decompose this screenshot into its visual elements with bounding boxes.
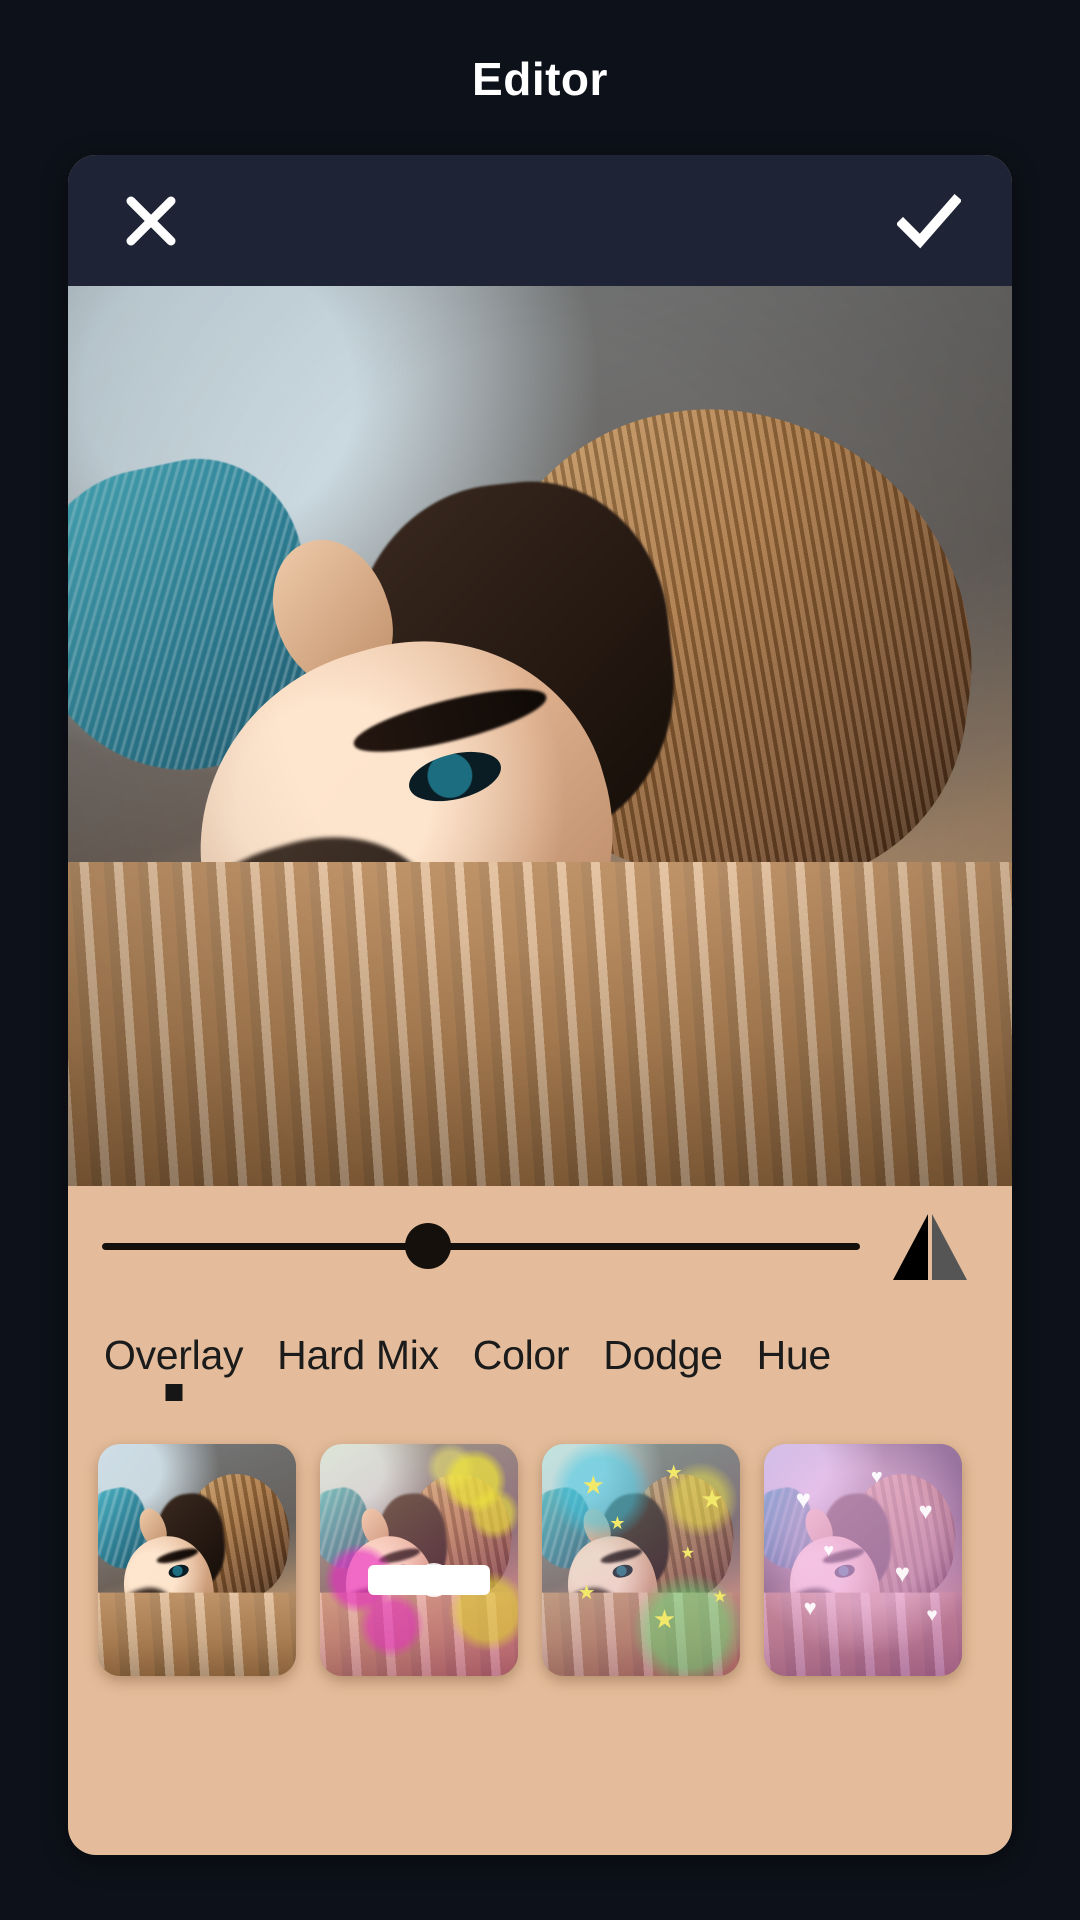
filter-thumb-hearts[interactable] bbox=[764, 1444, 962, 1676]
close-icon[interactable] bbox=[115, 185, 187, 257]
blend-mode-hard-mix[interactable]: Hard Mix bbox=[277, 1332, 439, 1385]
filter-thumbnail-strip bbox=[68, 1410, 1012, 1676]
filter-thumb-bokeh[interactable] bbox=[320, 1444, 518, 1676]
thumb-slider-pill[interactable] bbox=[367, 1564, 491, 1595]
check-icon[interactable] bbox=[893, 185, 965, 257]
editor-card: Overlay Hard Mix Color Dodge Hue bbox=[68, 155, 1012, 1855]
filter-thumb-original[interactable] bbox=[98, 1444, 296, 1676]
photo-preview[interactable] bbox=[68, 286, 1012, 1186]
blend-mode-list: Overlay Hard Mix Color Dodge Hue bbox=[68, 1306, 1012, 1410]
slider-track bbox=[102, 1242, 860, 1250]
action-bar bbox=[68, 155, 1012, 286]
page-title: Editor bbox=[472, 53, 608, 105]
blend-mode-color[interactable]: Color bbox=[473, 1332, 570, 1385]
slider-thumb[interactable] bbox=[404, 1223, 451, 1269]
slider-row bbox=[68, 1186, 1012, 1306]
opacity-slider[interactable] bbox=[102, 1216, 860, 1276]
blend-mode-hue[interactable]: Hue bbox=[757, 1332, 832, 1385]
blend-mode-dodge[interactable]: Dodge bbox=[603, 1332, 723, 1385]
contrast-icon[interactable] bbox=[884, 1208, 976, 1284]
blend-mode-overlay[interactable]: Overlay bbox=[104, 1332, 243, 1385]
filter-thumb-stars[interactable] bbox=[542, 1444, 740, 1676]
preview-canvas bbox=[68, 286, 1012, 1186]
